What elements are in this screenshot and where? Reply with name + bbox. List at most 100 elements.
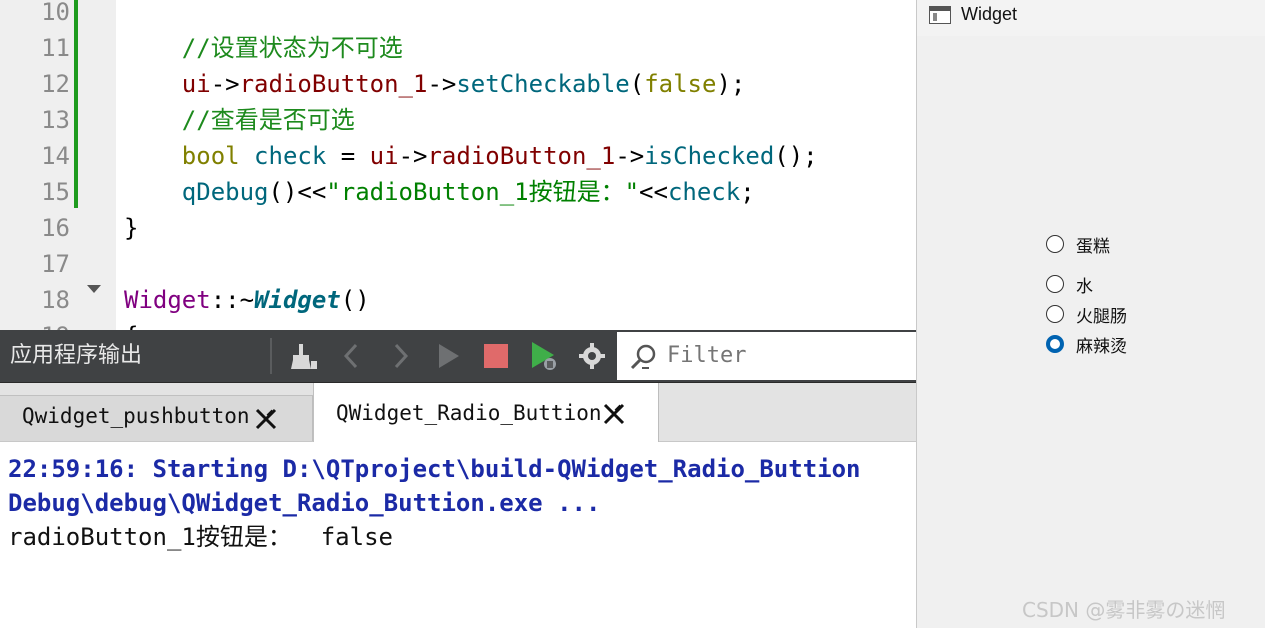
code-token: //查看是否可选 (124, 106, 355, 134)
code-text: bool check = ui->radioButton_1->isChecke… (124, 139, 818, 173)
radio-label: 火腿肠 (1076, 306, 1127, 327)
code-line[interactable]: 14 bool check = ui->radioButton_1->isChe… (0, 139, 916, 173)
code-text: Widget::~Widget() (124, 283, 370, 317)
window-icon (929, 6, 951, 24)
code-token: ui (124, 70, 211, 98)
code-token: ui (369, 142, 399, 170)
code-token: ; (740, 178, 755, 206)
code-token: ( (629, 70, 645, 98)
output-toolbar: 应用程序输出 (0, 330, 916, 383)
line-number: 11 (41, 34, 70, 62)
line-number: 10 (41, 0, 70, 26)
broom-icon (291, 344, 317, 369)
debug-run-button[interactable] (528, 340, 560, 372)
code-line[interactable]: 11 //设置状态为不可选 (0, 31, 916, 65)
code-token: "radioButton_1按钮是：" (326, 178, 640, 206)
code-editor[interactable]: 10 11 //设置状态为不可选 12 ui->radioButton_1->set… (0, 0, 916, 330)
code-line[interactable]: 13 //查看是否可选 (0, 103, 916, 137)
code-token: () (340, 286, 370, 314)
chevron-left-icon (343, 343, 358, 369)
previous-button[interactable] (336, 340, 368, 372)
line-number: 15 (41, 178, 70, 206)
output-line: radioButton_1按钮是： false (8, 523, 393, 551)
line-number: 16 (41, 214, 70, 242)
gear-icon (579, 343, 605, 369)
code-line[interactable]: 15 qDebug()<<"radioButton_1按钮是："<<check; (0, 175, 916, 209)
code-token: //设置状态为不可选 (124, 34, 403, 62)
play-icon (439, 344, 459, 368)
radio-option-1[interactable]: 蛋糕 (1046, 233, 1110, 257)
code-line[interactable]: 19 { (0, 319, 916, 330)
filter-input[interactable] (667, 338, 907, 372)
output-line: Debug\debug\QWidget_Radio_Buttion.exe ..… (8, 489, 601, 517)
run-button[interactable] (432, 340, 464, 372)
output-line: 22:59:16: Starting D:\QTproject\build-QW… (8, 455, 861, 483)
code-token: { (124, 322, 138, 330)
code-token: setCheckable (456, 70, 630, 98)
code-token: ()<< (268, 178, 327, 206)
line-number: 12 (41, 70, 70, 98)
filter-box[interactable] (617, 332, 916, 380)
code-token: check (667, 178, 741, 206)
radio-circle[interactable] (1046, 235, 1064, 253)
code-line[interactable]: 18 Widget::~Widget() (0, 283, 916, 317)
radio-label: 水 (1076, 276, 1093, 297)
code-token: << (639, 178, 668, 206)
code-text: qDebug()<<"radioButton_1按钮是："<<check; (124, 175, 755, 209)
radio-circle[interactable] (1046, 275, 1064, 293)
radio-option-3[interactable]: 火腿肠 (1046, 303, 1127, 327)
code-line[interactable]: 16} (0, 211, 916, 245)
radio-option-4[interactable]: 麻辣烫 (1046, 333, 1127, 357)
tab-label: QWidget_Radio_Buttion (336, 401, 602, 425)
code-text: { (124, 319, 138, 330)
code-text: ui->radioButton_1->setCheckable(false); (124, 67, 746, 101)
tab-qwidget-pushbutton[interactable]: Qwidget_pushbutton (0, 395, 313, 441)
close-icon[interactable] (601, 401, 627, 427)
code-line[interactable]: 10 (0, 0, 916, 29)
code-line[interactable]: 12 ui->radioButton_1->setCheckable(false… (0, 67, 916, 101)
code-token: -> (615, 142, 645, 170)
stop-button[interactable] (480, 340, 512, 372)
code-line[interactable]: 17 (0, 247, 916, 281)
chevron-right-icon (394, 343, 409, 369)
application-output[interactable]: 22:59:16: Starting D:\QTproject\build-QW… (0, 442, 916, 628)
code-token: = (326, 142, 370, 170)
code-token: bool (124, 142, 240, 170)
window-title-bar[interactable]: Widget (917, 0, 1265, 36)
code-token: ::~ (210, 286, 255, 314)
code-token: -> (427, 70, 457, 98)
close-icon[interactable] (253, 406, 279, 432)
code-token: check (254, 142, 327, 170)
code-token: (); (774, 142, 818, 170)
clear-output-button[interactable] (288, 340, 320, 372)
tab-qwidget-radio-buttion[interactable]: QWidget_Radio_Buttion (313, 383, 659, 442)
tab-label: Qwidget_pushbutton (22, 404, 250, 428)
window-title: Widget (961, 4, 1018, 24)
settings-button[interactable] (576, 340, 608, 372)
output-pane-title: 应用程序输出 (10, 343, 143, 368)
radio-option-2[interactable]: 水 (1046, 273, 1093, 297)
radio-circle-checked[interactable] (1046, 335, 1064, 353)
code-token: -> (210, 70, 240, 98)
debug-play-icon (532, 342, 556, 370)
stop-icon (484, 344, 508, 368)
code-token: radioButton_1 (427, 142, 616, 170)
radio-label: 麻辣烫 (1076, 336, 1127, 357)
code-token: Widget (254, 286, 341, 314)
code-token: ); (716, 70, 746, 98)
watermark: CSDN @雾非雾の迷惘 (1022, 598, 1226, 622)
code-token: -> (398, 142, 428, 170)
line-number: 19 (0, 319, 70, 330)
code-token: } (124, 214, 139, 242)
code-token: qDebug (124, 178, 269, 206)
next-button[interactable] (384, 340, 416, 372)
radio-label: 蛋糕 (1076, 236, 1110, 257)
line-number: 17 (41, 250, 70, 278)
code-text: //设置状态为不可选 (124, 31, 403, 65)
code-token: false (644, 70, 717, 98)
line-number: 13 (41, 106, 70, 134)
radio-circle[interactable] (1046, 305, 1064, 323)
search-icon (630, 344, 656, 370)
code-text: } (124, 211, 138, 245)
